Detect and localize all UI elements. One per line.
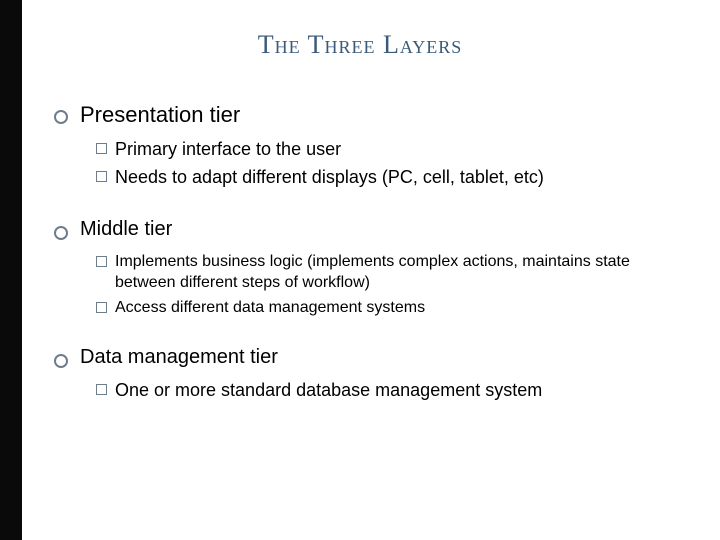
list-item: Needs to adapt different displays (PC, c… <box>96 166 688 190</box>
list-item-text: Implements business logic (implements co… <box>115 251 688 293</box>
section-heading: Data management tier <box>80 346 278 369</box>
section-heading: Presentation tier <box>80 102 240 128</box>
square-bullet-icon <box>96 256 107 267</box>
sub-list: One or more standard database management… <box>32 379 688 403</box>
list-item-text: Needs to adapt different displays (PC, c… <box>115 166 544 190</box>
list-item-text: Primary interface to the user <box>115 138 341 162</box>
section-heading: Middle tier <box>80 218 172 241</box>
list-item: Implements business logic (implements co… <box>96 251 688 293</box>
section-data-management-tier: Data management tier One or more standar… <box>32 346 688 403</box>
section-middle-tier: Middle tier Implements business logic (i… <box>32 218 688 318</box>
section-heading-row: Middle tier <box>32 218 688 241</box>
ring-bullet-icon <box>54 354 68 368</box>
section-heading-row: Data management tier <box>32 346 688 369</box>
list-item: One or more standard database management… <box>96 379 688 403</box>
slide-title: The Three Layers <box>32 30 688 60</box>
left-black-strip <box>0 0 22 540</box>
list-item-text: Access different data management systems <box>115 297 425 318</box>
list-item-text: One or more standard database management… <box>115 379 542 403</box>
square-bullet-icon <box>96 302 107 313</box>
slide: The Three Layers Presentation tier Prima… <box>0 0 720 540</box>
square-bullet-icon <box>96 171 107 182</box>
square-bullet-icon <box>96 384 107 395</box>
sub-list: Primary interface to the user Needs to a… <box>32 138 688 190</box>
ring-bullet-icon <box>54 226 68 240</box>
list-item: Access different data management systems <box>96 297 688 318</box>
list-item: Primary interface to the user <box>96 138 688 162</box>
square-bullet-icon <box>96 143 107 154</box>
section-heading-row: Presentation tier <box>32 102 688 128</box>
sub-list: Implements business logic (implements co… <box>32 251 688 318</box>
ring-bullet-icon <box>54 110 68 124</box>
section-presentation-tier: Presentation tier Primary interface to t… <box>32 102 688 190</box>
